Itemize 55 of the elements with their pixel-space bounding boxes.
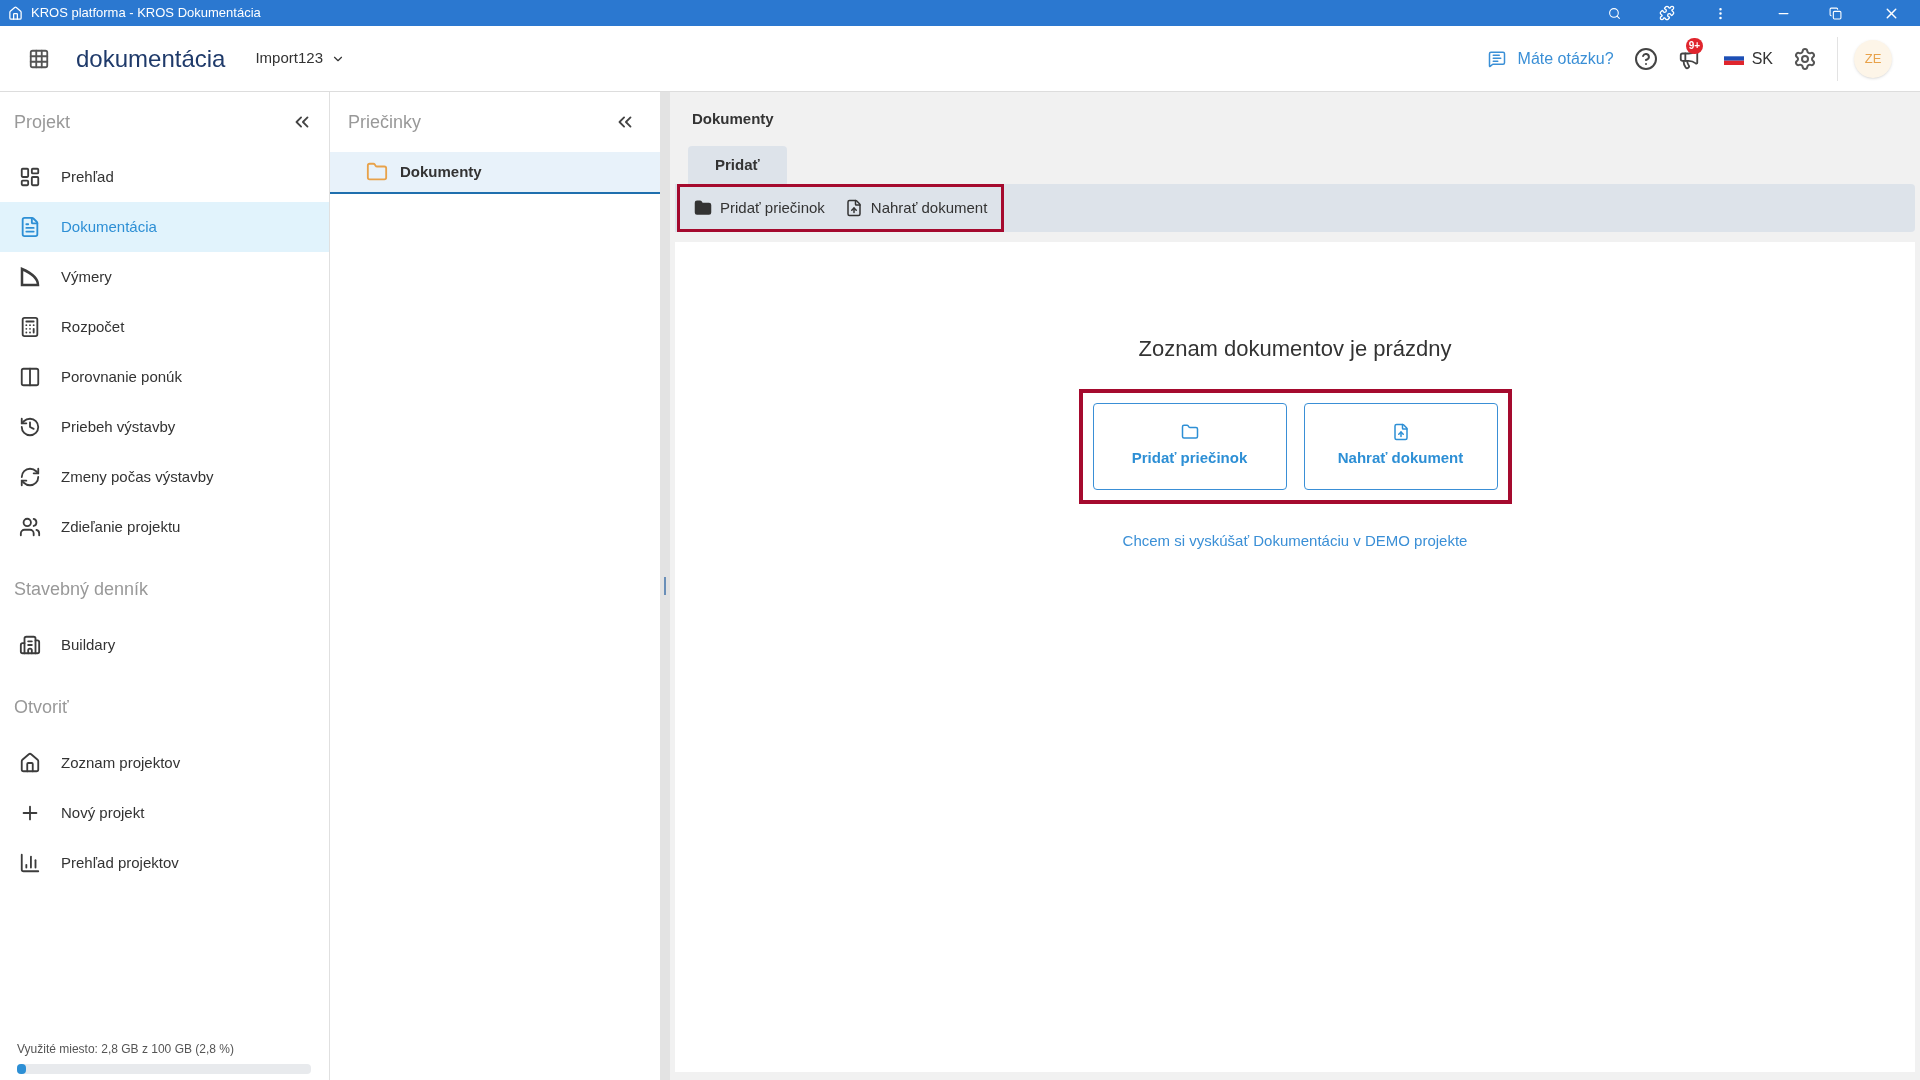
sidebar-item[interactable]: Prehľad projektov: [0, 838, 329, 888]
sidebar-item[interactable]: Nový projekt: [0, 788, 329, 838]
chat-icon: [1487, 49, 1506, 68]
panel-heading: Priečinky: [348, 110, 422, 134]
section-heading: Projekt: [14, 110, 71, 134]
sidebar-item[interactable]: Prehľad: [0, 152, 329, 202]
compare-icon: [19, 366, 41, 388]
folder-icon: [366, 161, 388, 183]
sidebar-item[interactable]: Rozpočet: [0, 302, 329, 352]
empty-title: Zoznam dokumentov je prázdny: [1138, 335, 1452, 363]
project-selector[interactable]: Import123: [255, 47, 345, 70]
calculator-icon: [19, 316, 41, 338]
demo-link[interactable]: Chcem si vyskúšať Dokumentáciu v DEMO projekte: [1122, 530, 1468, 553]
building-icon: [19, 634, 41, 656]
section-heading: Otvoriť: [14, 695, 69, 719]
settings-icon[interactable]: [1793, 46, 1817, 71]
action-button[interactable]: Pridať priečinok: [1092, 403, 1287, 490]
ruler-triangle-icon: [19, 266, 41, 288]
folder-item[interactable]: Dokumenty: [330, 152, 660, 194]
bar-chart-icon: [19, 852, 41, 874]
sidebar-item[interactable]: Zdieľanie projektu: [0, 502, 329, 552]
sidebar-item[interactable]: Priebeh výstavby: [0, 402, 329, 452]
file-upload-icon: [1391, 423, 1410, 442]
history-icon: [19, 416, 41, 438]
sidebar-item[interactable]: Výmery: [0, 252, 329, 302]
app-menu-icon[interactable]: [28, 47, 50, 70]
document-icon: [19, 216, 41, 238]
sidebar-item[interactable]: Zoznam projektov: [0, 738, 329, 788]
file-upload-icon: [844, 199, 863, 217]
help-icon[interactable]: [1633, 46, 1658, 71]
question-link[interactable]: Máte otázku?: [1487, 46, 1614, 71]
toolbar-button[interactable]: Nahrať dokument: [844, 196, 988, 220]
sidebar-item[interactable]: Zmeny počas výstavby: [0, 452, 329, 502]
zoom-icon[interactable]: [1608, 6, 1621, 20]
storage-label: Využité miesto: 2,8 GB z 100 GB (2,8 %): [17, 1041, 235, 1058]
notification-badge: 9+: [1685, 37, 1704, 54]
tab[interactable]: Pridať: [688, 146, 787, 184]
folder-icon: [1180, 423, 1199, 442]
folder-icon: [694, 199, 712, 217]
action-button[interactable]: Nahrať dokument: [1303, 403, 1498, 490]
breadcrumb: Dokumenty: [691, 108, 775, 129]
dashboard-icon: [19, 166, 41, 188]
sidebar-item[interactable]: Porovnanie ponúk: [0, 352, 329, 402]
section-heading: Stavebný denník: [14, 577, 149, 601]
app-name: dokumentácia: [76, 43, 226, 74]
restore-icon[interactable]: [1829, 6, 1842, 20]
users-icon: [19, 516, 41, 538]
window-title: KROS platforma - KROS Dokumentácia: [31, 4, 261, 23]
toolbar-button[interactable]: Pridať priečinok: [694, 196, 825, 220]
language-selector[interactable]: SK: [1723, 46, 1773, 71]
home-icon: [19, 752, 41, 774]
extension-icon[interactable]: [1659, 5, 1675, 21]
sidebar-item[interactable]: Buildary: [0, 620, 329, 670]
refresh-icon: [19, 466, 41, 488]
home-icon: [8, 5, 23, 21]
